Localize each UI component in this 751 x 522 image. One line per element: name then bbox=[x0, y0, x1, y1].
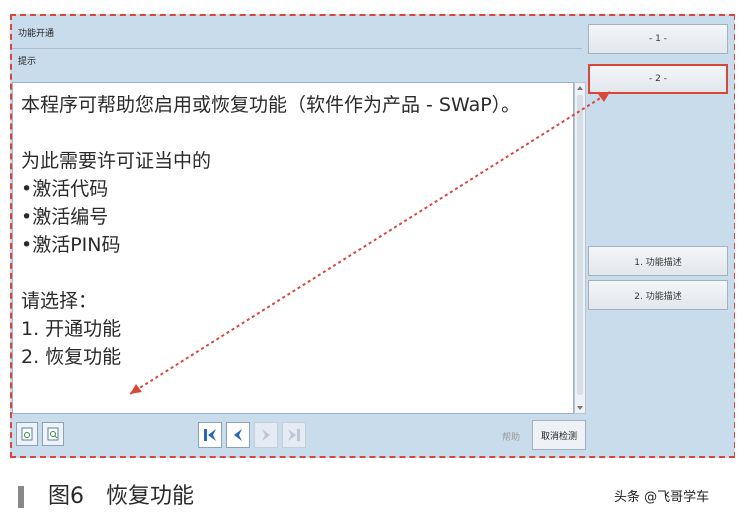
figure-title: 恢复功能 bbox=[106, 484, 195, 509]
source-credit: 头条 @飞哥学车 bbox=[614, 490, 710, 505]
figure-caption: 图6 恢复功能 bbox=[18, 478, 194, 510]
caption-bar bbox=[18, 486, 24, 508]
annotation-arrow bbox=[129, 91, 611, 395]
figure-number: 图6 bbox=[48, 484, 84, 509]
